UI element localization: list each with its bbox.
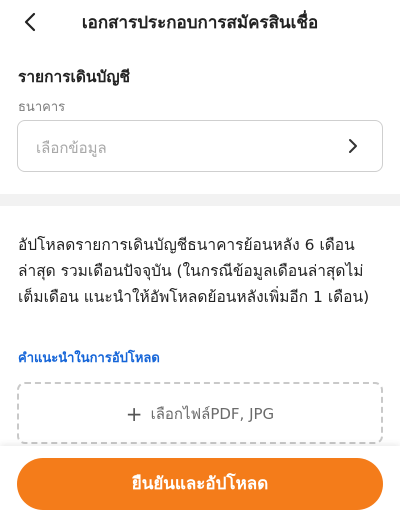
file-picker[interactable]: + เลือกไฟล์PDF, JPG <box>17 382 383 444</box>
upload-section: อัปโหลดรายการเดินบัญชีธนาคารย้อนหลัง 6 เ… <box>0 206 400 456</box>
bank-select[interactable]: เลือกข้อมูล <box>17 120 383 172</box>
section-title: รายการเดินบัญชี <box>18 68 131 86</box>
bank-label: ธนาคาร <box>18 100 66 115</box>
bank-select-placeholder: เลือกข้อมูล <box>36 139 107 157</box>
plus-icon: + <box>125 402 143 426</box>
upload-guide-link[interactable]: คำแนะนำในการอัปโหลด <box>18 347 160 368</box>
page-title: เอกสารประกอบการสมัครสินเชื่อ <box>81 13 319 33</box>
file-picker-content: + เลือกไฟล์PDF, JPG <box>19 402 381 426</box>
bank-statement-section: รายการเดินบัญชี ธนาคาร เลือกข้อมูล <box>0 44 400 194</box>
file-picker-label: เลือกไฟล์PDF, JPG <box>150 405 275 423</box>
app-header: เอกสารประกอบการสมัครสินเชื่อ <box>0 0 400 44</box>
footer-bar: ยืนยันและอัปโหลด <box>0 446 400 520</box>
section-divider <box>0 194 400 206</box>
confirm-upload-button[interactable]: ยืนยันและอัปโหลด <box>17 458 383 510</box>
chevron-right-icon <box>349 139 357 153</box>
upload-description: อัปโหลดรายการเดินบัญชีธนาคารย้อนหลัง 6 เ… <box>18 236 370 306</box>
